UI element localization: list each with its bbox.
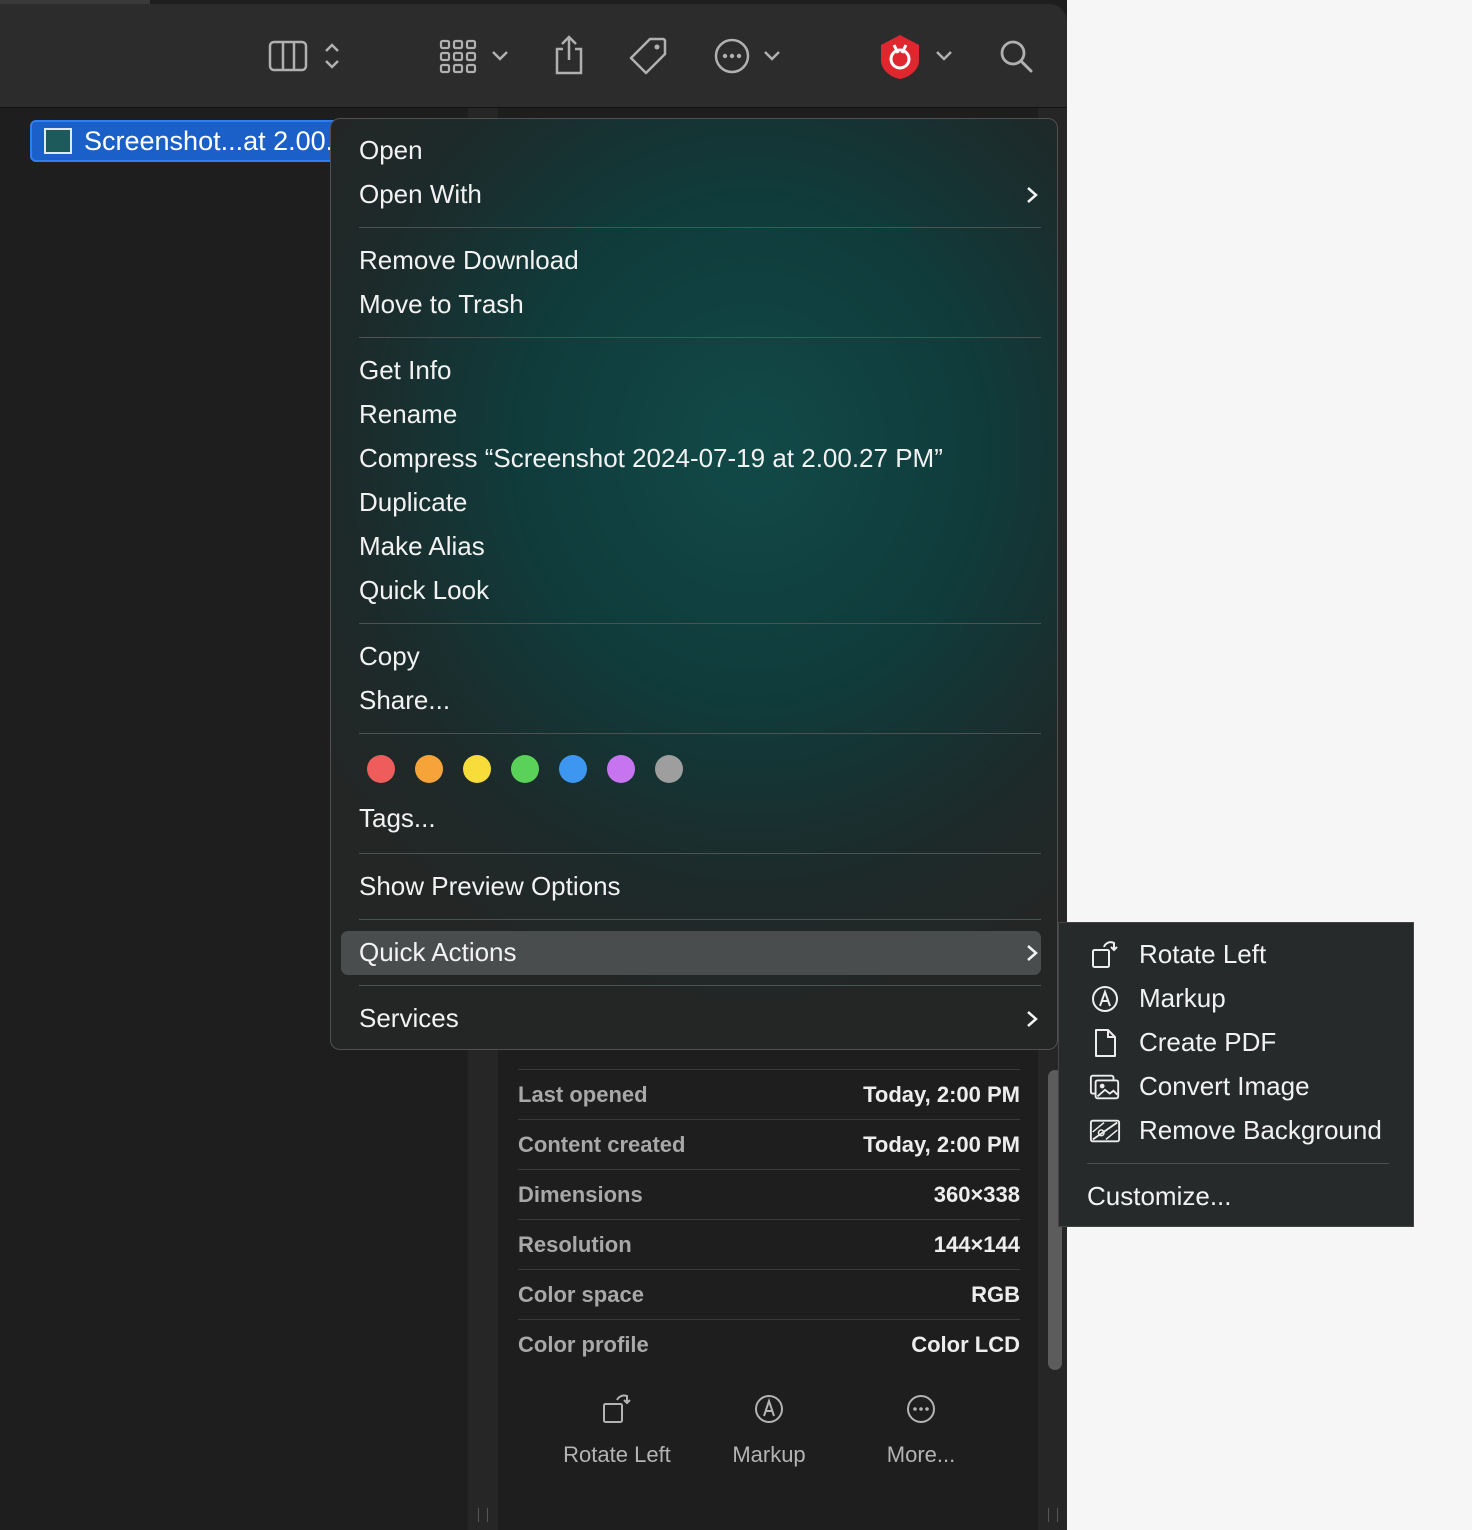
chevron-down-icon[interactable] (488, 44, 512, 68)
menu-separator (359, 985, 1041, 986)
info-key: Resolution (518, 1232, 632, 1257)
info-value: 144×144 (933, 1232, 1020, 1257)
markup-icon (1089, 983, 1121, 1015)
info-key: Dimensions (518, 1182, 643, 1207)
submenu-item-customize[interactable]: Customize... (1087, 1181, 1232, 1212)
info-key: Content created (518, 1132, 686, 1157)
submenu-item-rotate-left[interactable]: Rotate Left (1139, 939, 1266, 970)
column-resize-handle[interactable] (478, 1508, 488, 1522)
menu-separator (359, 919, 1041, 920)
info-row: Color profile Color LCD (518, 1319, 1020, 1370)
more-circle-icon (846, 1388, 996, 1430)
tag-color-red[interactable] (367, 755, 395, 783)
column-resize-handle[interactable] (1048, 1508, 1058, 1522)
info-key: Color profile (518, 1332, 649, 1357)
info-value: 360×338 (933, 1182, 1020, 1207)
chevron-right-icon (1027, 1011, 1038, 1027)
file-name[interactable]: Screenshot...at 2.00. (84, 126, 333, 157)
chevron-down-icon[interactable] (932, 44, 956, 68)
menu-separator (359, 623, 1041, 624)
info-key: Color space (518, 1282, 644, 1307)
info-value: Color LCD (911, 1332, 1020, 1357)
remove-background-icon (1089, 1115, 1121, 1147)
chevron-right-icon (1027, 187, 1038, 203)
grid-view-icon[interactable] (436, 34, 480, 78)
info-row: Last opened Today, 2:00 PM (518, 1069, 1020, 1120)
menu-item-share[interactable]: Share... (359, 685, 450, 716)
menu-item-remove-download[interactable]: Remove Download (359, 245, 579, 276)
menu-item-open-with[interactable]: Open With (359, 179, 482, 210)
menu-item-show-preview-options[interactable]: Show Preview Options (359, 871, 621, 902)
submenu-item-convert-image[interactable]: Convert Image (1139, 1071, 1310, 1102)
chevron-down-icon[interactable] (760, 44, 784, 68)
rotate-left-label: Rotate Left (563, 1442, 671, 1467)
more-circle-icon[interactable] (712, 36, 752, 76)
quick-actions-submenu: Rotate Left Markup Create PDF Convert Im… (1058, 922, 1414, 1227)
more-label: More... (886, 1442, 956, 1467)
info-row: Content created Today, 2:00 PM (518, 1119, 1020, 1170)
info-row: Resolution 144×144 (518, 1219, 1020, 1270)
tag-color-purple[interactable] (607, 755, 635, 783)
menu-item-get-info[interactable]: Get Info (359, 355, 452, 386)
menu-item-copy[interactable]: Copy (359, 641, 420, 672)
menu-item-open[interactable]: Open (359, 135, 423, 166)
menu-item-compress[interactable]: Compress “Screenshot 2024-07-19 at 2.00.… (359, 443, 943, 474)
tag-icon[interactable] (626, 34, 670, 78)
menu-separator (1087, 1163, 1389, 1164)
menu-item-make-alias[interactable]: Make Alias (359, 531, 485, 562)
menu-item-tags[interactable]: Tags... (359, 803, 436, 834)
updown-chevron-icon[interactable] (320, 36, 344, 76)
info-row: Dimensions 360×338 (518, 1169, 1020, 1220)
toolbar (0, 4, 1067, 108)
info-key: Last opened (518, 1082, 648, 1107)
menu-item-move-to-trash[interactable]: Move to Trash (359, 289, 524, 320)
rotate-left-icon (1089, 939, 1121, 971)
search-icon[interactable] (996, 36, 1036, 76)
sidebar-columns-icon[interactable] (268, 36, 308, 76)
submenu-item-markup[interactable]: Markup (1139, 983, 1226, 1014)
selected-file-item[interactable]: Screenshot...at 2.00. (30, 120, 340, 162)
tag-color-blue[interactable] (559, 755, 587, 783)
menu-item-duplicate[interactable]: Duplicate (359, 487, 467, 518)
more-button[interactable]: More... (846, 1388, 996, 1468)
info-value: Today, 2:00 PM (863, 1082, 1020, 1107)
rotate-left-icon (542, 1388, 692, 1430)
markup-icon (694, 1388, 844, 1430)
menu-item-quick-actions[interactable]: Quick Actions (359, 937, 517, 968)
menu-item-quick-look[interactable]: Quick Look (359, 575, 489, 606)
tag-color-orange[interactable] (415, 755, 443, 783)
tag-color-gray[interactable] (655, 755, 683, 783)
info-value: RGB (971, 1282, 1020, 1307)
share-icon[interactable] (550, 32, 588, 78)
markup-button[interactable]: Markup (694, 1388, 844, 1468)
extension-shield-icon[interactable] (876, 32, 924, 82)
markup-label: Markup (732, 1442, 806, 1467)
menu-separator (359, 733, 1041, 734)
rotate-left-button[interactable]: Rotate Left (542, 1388, 692, 1468)
menu-item-rename[interactable]: Rename (359, 399, 457, 430)
menu-separator (359, 337, 1041, 338)
submenu-item-create-pdf[interactable]: Create PDF (1139, 1027, 1276, 1058)
submenu-item-remove-background[interactable]: Remove Background (1139, 1115, 1382, 1146)
convert-image-icon (1089, 1071, 1121, 1103)
info-value: Today, 2:00 PM (863, 1132, 1020, 1157)
info-row: Color space RGB (518, 1269, 1020, 1320)
menu-separator (359, 227, 1041, 228)
document-icon (1089, 1027, 1121, 1059)
menu-separator (359, 853, 1041, 854)
context-menu: Open Open With Remove Download Move to T… (330, 118, 1058, 1050)
tag-color-green[interactable] (511, 755, 539, 783)
chevron-right-icon (1027, 945, 1038, 961)
menu-item-services[interactable]: Services (359, 1003, 459, 1034)
tag-color-yellow[interactable] (463, 755, 491, 783)
image-file-icon (44, 128, 72, 154)
